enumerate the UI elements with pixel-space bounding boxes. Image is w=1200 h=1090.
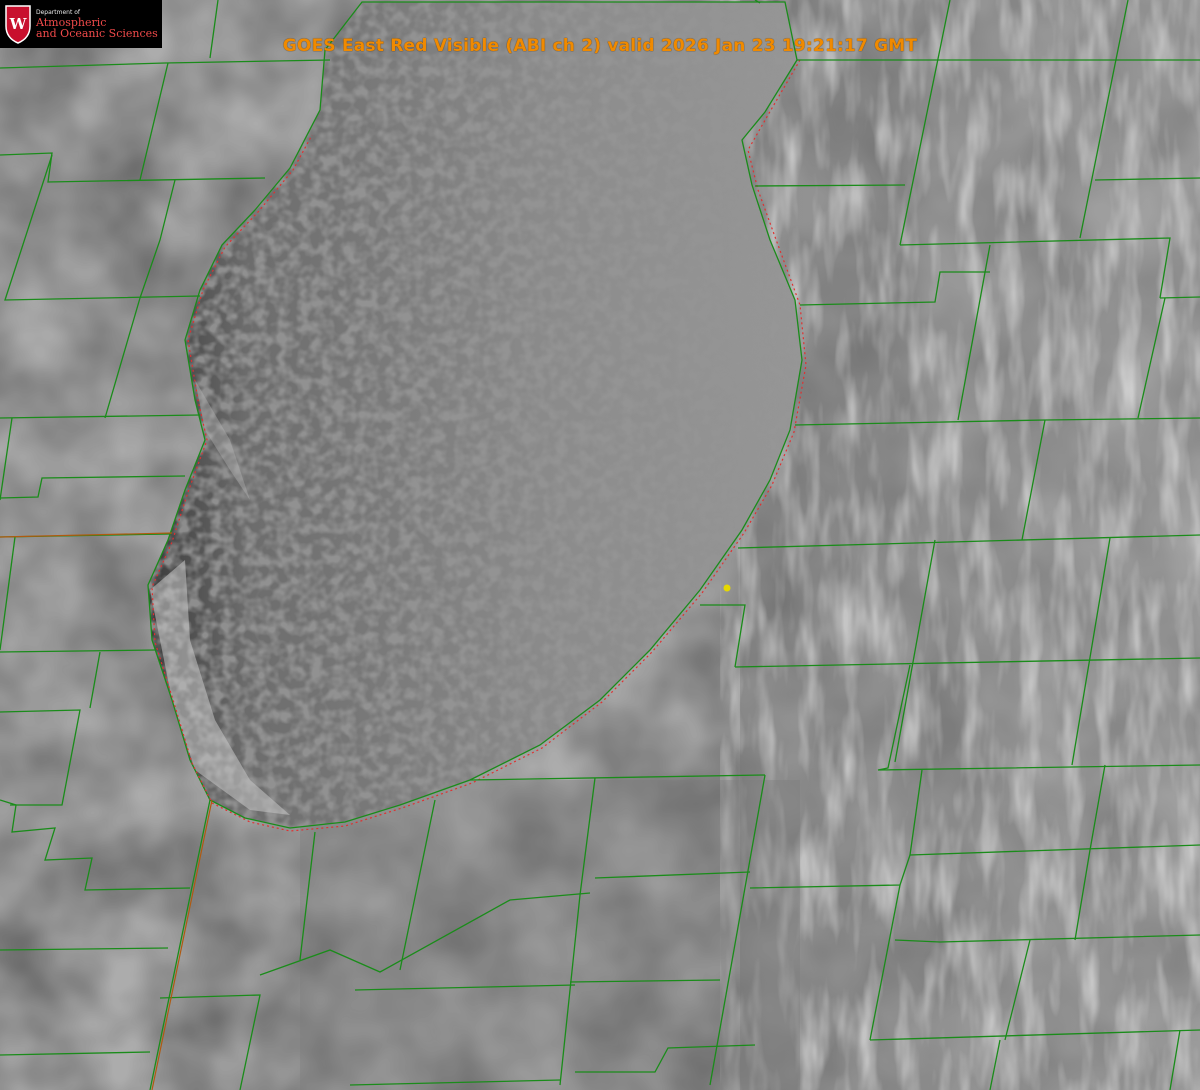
svg-text:W: W — [9, 15, 28, 33]
image-title: GOES East Red Visible (ABI ch 2) valid 2… — [282, 36, 918, 56]
logo-dept-text: Department of — [36, 8, 80, 16]
logo-line-1: Atmospheric — [36, 15, 107, 29]
location-marker — [723, 584, 731, 592]
satellite-image — [0, 0, 1200, 1090]
